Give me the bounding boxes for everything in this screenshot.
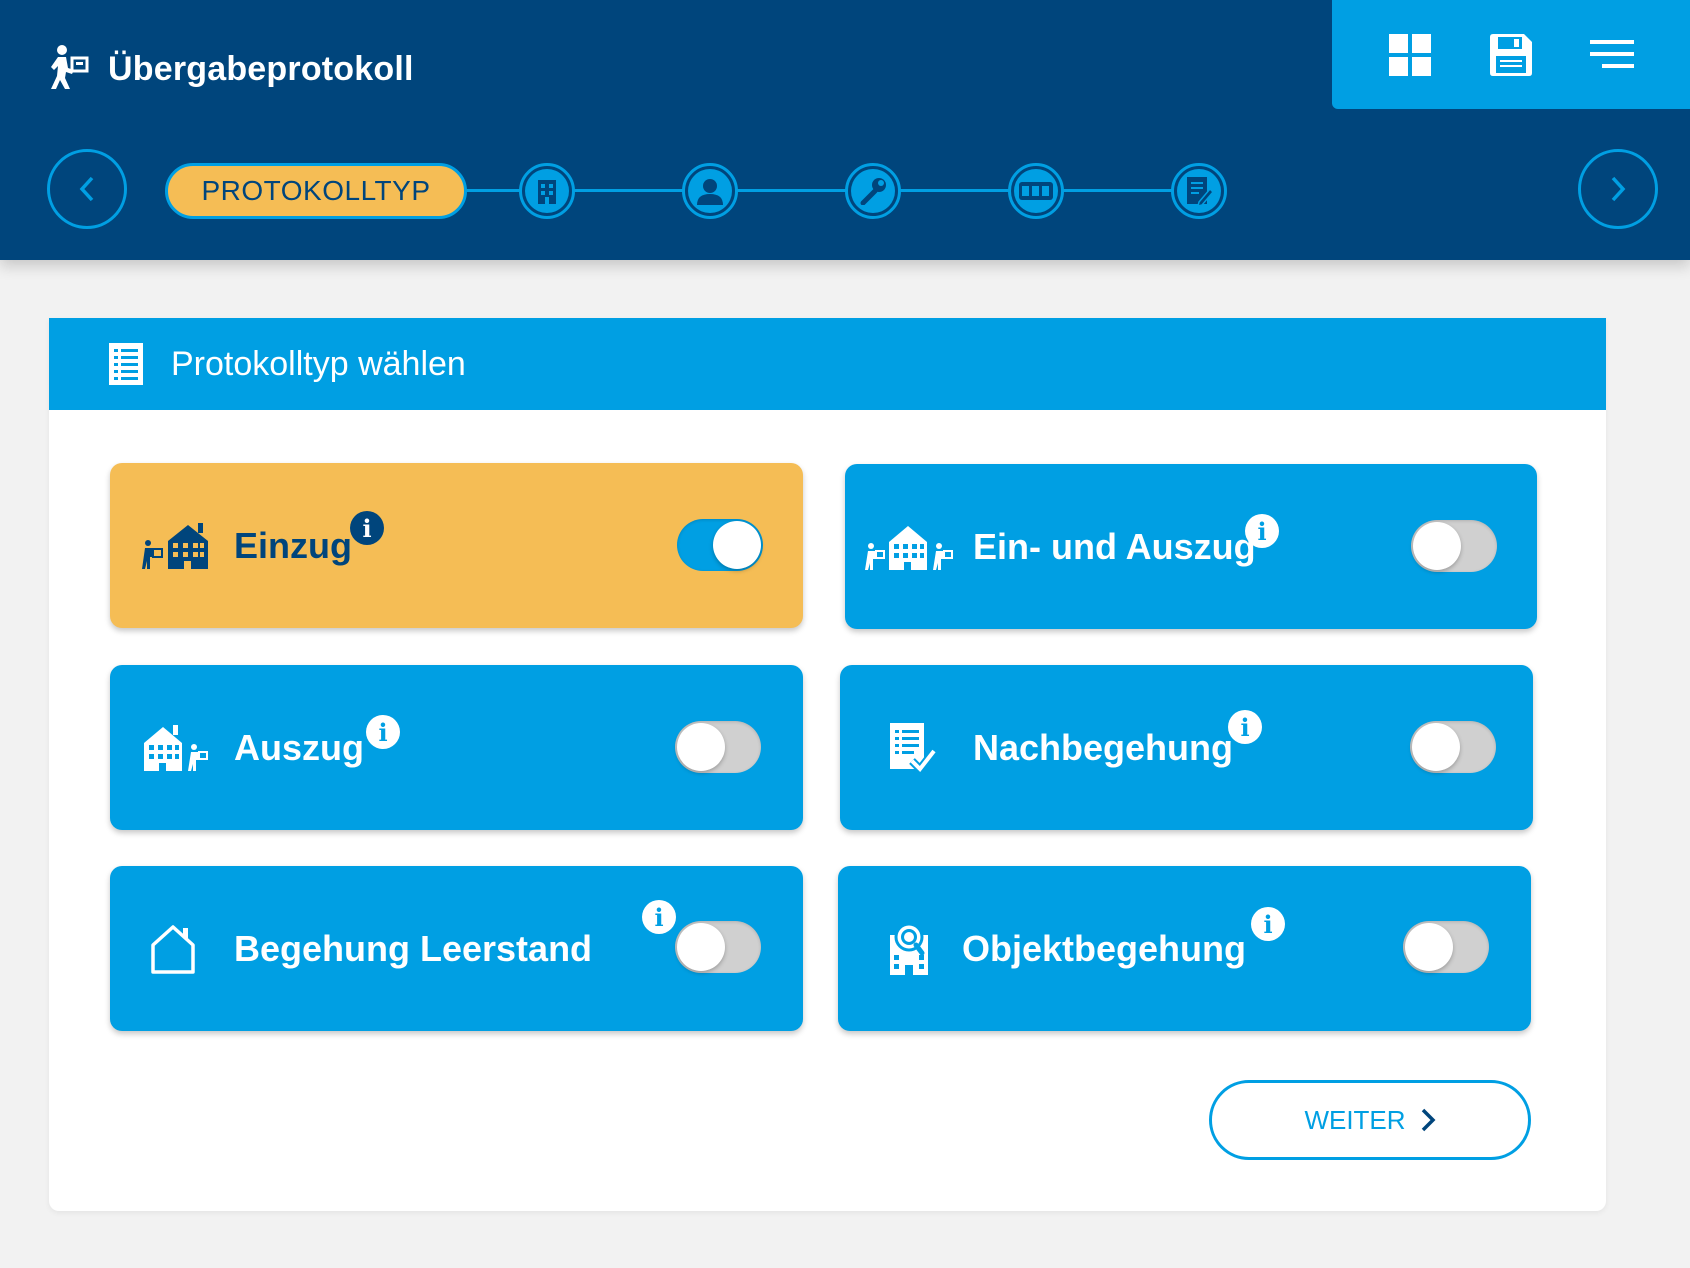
app-header: Übergabeprotokoll PROTOKOLLTYP <box>0 0 1690 260</box>
previous-step-button[interactable] <box>47 149 127 229</box>
step-maengel[interactable] <box>845 163 901 219</box>
info-button-objektbegehung[interactable]: i <box>1251 907 1285 941</box>
empty-house-icon <box>150 866 196 1031</box>
option-label-objektbegehung: Objektbegehung <box>962 927 1247 969</box>
step-zaehler[interactable] <box>1008 163 1064 219</box>
step-abschluss[interactable] <box>1171 163 1227 219</box>
option-card-einzug[interactable]: Einzug i <box>110 463 803 628</box>
step-objekt[interactable] <box>519 163 575 219</box>
next-step-button[interactable] <box>1578 149 1658 229</box>
step-personen[interactable] <box>682 163 738 219</box>
wrench-icon <box>860 178 886 205</box>
protocol-type-panel: Protokolltyp wählen Einzug i Ein- und Au… <box>49 318 1606 1211</box>
option-card-objektbegehung[interactable]: Objektbegehung i <box>838 866 1531 1031</box>
info-button-ein-und-auszug[interactable]: i <box>1245 514 1279 548</box>
step-connector-line <box>365 189 1205 192</box>
document-edit-icon <box>1187 177 1213 206</box>
step-protokolltyp-label: PROTOKOLLTYP <box>201 175 431 206</box>
move-in-out-icon <box>865 464 959 629</box>
person-icon <box>697 179 723 205</box>
meter-icon <box>1019 182 1053 200</box>
menu-button[interactable] <box>1584 27 1640 83</box>
weiter-button[interactable]: WEITER <box>1209 1080 1531 1160</box>
info-button-begehung-leerstand[interactable]: i <box>642 900 676 934</box>
panel-title: Protokolltyp wählen <box>171 344 466 383</box>
weiter-label: WEITER <box>1304 1104 1406 1135</box>
option-card-auszug[interactable]: Auszug i <box>110 665 803 830</box>
checklist-check-icon <box>888 665 938 830</box>
option-label-ein-und-auszug: Ein- und Auszug <box>973 525 1256 567</box>
step-progress: PROTOKOLLTYP <box>165 163 1230 219</box>
option-label-auszug: Auszug <box>234 726 364 768</box>
move-out-icon <box>142 665 212 830</box>
menu-icon <box>1589 39 1634 68</box>
toggle-ein-und-auszug[interactable] <box>1411 520 1497 572</box>
step-protokolltyp[interactable]: PROTOKOLLTYP <box>165 163 467 219</box>
app-title: Übergabeprotokoll <box>50 44 414 95</box>
option-card-ein-und-auszug[interactable]: Ein- und Auszug i <box>845 464 1537 629</box>
panel-header: Protokolltyp wählen <box>49 318 1606 410</box>
toggle-einzug[interactable] <box>677 519 763 571</box>
toggle-auszug[interactable] <box>675 721 761 773</box>
option-label-nachbegehung: Nachbegehung <box>973 726 1234 768</box>
option-label-begehung-leerstand: Begehung Leerstand <box>234 927 593 969</box>
app-title-text: Übergabeprotokoll <box>108 50 414 88</box>
chevron-right-icon <box>1611 176 1626 202</box>
save-button[interactable] <box>1483 27 1539 83</box>
info-button-auszug[interactable]: i <box>366 715 400 749</box>
toggle-objektbegehung[interactable] <box>1403 921 1489 973</box>
toolbar <box>1332 0 1690 109</box>
chevron-right-icon <box>1421 1108 1436 1132</box>
dashboard-grid-button[interactable] <box>1382 27 1438 83</box>
option-card-nachbegehung[interactable]: Nachbegehung i <box>840 665 1533 830</box>
grid-icon <box>1389 33 1432 76</box>
option-label-einzug: Einzug <box>234 524 352 566</box>
option-card-begehung-leerstand[interactable]: Begehung Leerstand i <box>110 866 803 1031</box>
building-search-icon <box>888 866 932 1031</box>
toggle-begehung-leerstand[interactable] <box>675 921 761 973</box>
toggle-nachbegehung[interactable] <box>1410 721 1496 773</box>
info-button-nachbegehung[interactable]: i <box>1228 710 1262 744</box>
building-icon <box>538 180 556 204</box>
info-button-einzug[interactable]: i <box>350 511 384 545</box>
save-icon <box>1489 33 1532 76</box>
move-in-icon <box>142 463 212 628</box>
person-moving-box-icon <box>50 44 90 95</box>
checklist-icon <box>109 343 143 385</box>
chevron-left-icon <box>79 176 94 202</box>
